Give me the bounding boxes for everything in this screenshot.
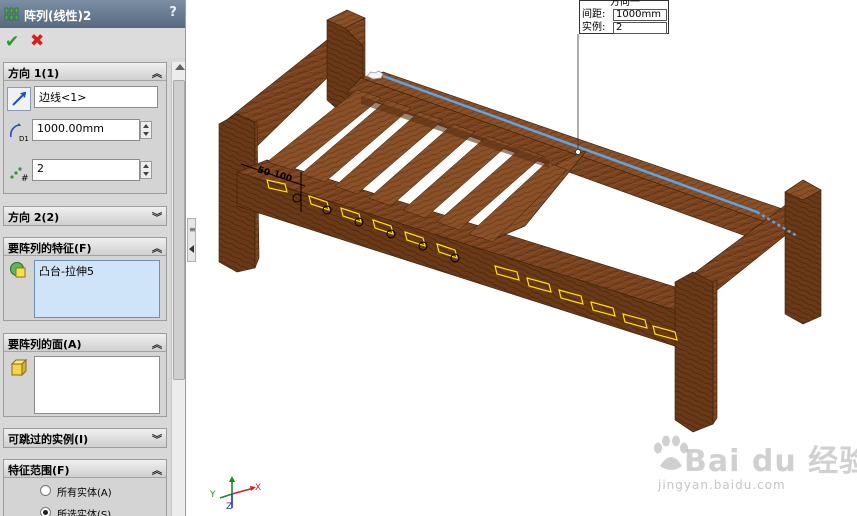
axis-x-label: X xyxy=(255,483,262,493)
baidu-watermark: Bai du 经验 jingyan.baidu.com xyxy=(648,432,857,502)
features-to-pattern-group: 要阵列的特征(F) ︽ 凸台-拉伸5 xyxy=(3,237,167,321)
linear-pattern-icon xyxy=(4,7,19,21)
scope-option-all-label: 所有实体(A) xyxy=(57,488,112,499)
callout-spacing-value[interactable]: 1000mm xyxy=(613,9,667,21)
spacing-icon: D1 xyxy=(9,123,29,143)
footboard-post-back[interactable] xyxy=(784,179,822,325)
scroll-up-arrow-icon[interactable] xyxy=(175,64,185,70)
faces-title: 要阵列的面(A) xyxy=(8,338,82,351)
footboard-post-front[interactable] xyxy=(674,271,714,433)
ok-button[interactable]: ✔ xyxy=(5,32,19,52)
direction-arrow-icon xyxy=(7,87,31,111)
property-manager-title: 阵列(线性)2 xyxy=(24,9,92,23)
collapse-left-arrow-icon[interactable] xyxy=(189,245,194,253)
direction2-title: 方向 2(2) xyxy=(8,211,60,224)
watermark-brand: Bai du 经验 xyxy=(684,444,857,479)
callout-spacing-label: 间距: xyxy=(582,9,606,20)
panel-splitter[interactable]: ≡ xyxy=(187,218,196,262)
faces-to-pattern-group: 要阵列的面(A) ︽ xyxy=(3,333,167,417)
instances-stepper[interactable] xyxy=(140,161,152,179)
skip-title: 可跳过的实例(I) xyxy=(8,433,89,446)
chevron-down-icon[interactable]: ︾ xyxy=(152,209,162,224)
callout-instances-label: 实例: xyxy=(582,22,606,33)
axis-z-label: Z xyxy=(226,502,233,512)
faces-list[interactable] xyxy=(34,356,160,414)
help-button[interactable]: ? xyxy=(166,5,180,21)
spacing-stepper[interactable] xyxy=(140,121,152,139)
spacing-input[interactable]: 1000.00mm xyxy=(32,119,140,141)
direction-callout[interactable]: 方向一 间距: 1000mm 实例: 2 xyxy=(579,0,669,34)
scrollbar-thumb[interactable] xyxy=(173,80,185,380)
feature-icon xyxy=(10,262,26,278)
direction1-group: 方向 1(1) ︽ 边线<1> D1 1000.00mm # 2 xyxy=(3,62,167,194)
confirm-bar: ✔ ✖ xyxy=(0,28,185,58)
axis-y-label: Y xyxy=(210,490,216,500)
direction2-header[interactable]: 方向 2(2) ︾ xyxy=(4,207,166,225)
panel-scrollbar[interactable] xyxy=(171,62,185,516)
chevron-up-icon[interactable]: ︽ xyxy=(152,65,162,80)
cancel-button[interactable]: ✖ xyxy=(30,31,44,51)
watermark-url: jingyan.baidu.com xyxy=(658,478,786,492)
svg-text:#: # xyxy=(21,174,29,183)
scope-title: 特征范围(F) xyxy=(8,464,70,477)
property-manager-content: 方向 1(1) ︽ 边线<1> D1 1000.00mm # 2 方向 2(2)… xyxy=(0,60,170,516)
faces-header[interactable]: 要阵列的面(A) ︽ xyxy=(4,334,166,352)
radio-button[interactable] xyxy=(40,485,51,496)
radio-button[interactable] xyxy=(40,507,51,516)
scope-header[interactable]: 特征范围(F) ︽ xyxy=(4,460,166,478)
chevron-down-icon[interactable]: ︾ xyxy=(152,431,162,446)
feature-scope-group: 特征范围(F) ︽ 所有实体(A) 所选实体(S) xyxy=(3,459,167,516)
direction1-header[interactable]: 方向 1(1) ︽ xyxy=(4,63,166,81)
svg-text:D1: D1 xyxy=(19,135,29,143)
callout-title: 方向一 xyxy=(610,0,640,8)
chevron-up-icon[interactable]: ︽ xyxy=(152,336,162,351)
features-list[interactable]: 凸台-拉伸5 xyxy=(34,260,160,318)
chevron-up-icon[interactable]: ︽ xyxy=(152,240,162,255)
reverse-direction-button[interactable] xyxy=(7,87,31,111)
axis-triad-icon xyxy=(219,476,256,508)
feature-list-item[interactable]: 凸台-拉伸5 xyxy=(39,263,155,279)
direction-edge-field[interactable]: 边线<1> xyxy=(34,86,158,108)
direction1-title: 方向 1(1) xyxy=(8,67,60,80)
callout-anchor xyxy=(575,149,581,155)
property-manager: 阵列(线性)2 ? ✔ ✖ 方向 1(1) ︽ 边线<1> D1 1000.00… xyxy=(0,0,186,516)
skip-instances-group: 可跳过的实例(I) ︾ xyxy=(3,428,167,448)
footboard-post-front-side[interactable] xyxy=(712,279,718,425)
property-manager-title-bar: 阵列(线性)2 ? xyxy=(0,0,185,28)
side-rail-front-face[interactable] xyxy=(236,171,688,351)
face-icon xyxy=(10,358,28,377)
instances-input[interactable]: 2 xyxy=(32,159,140,181)
instances-icon: # xyxy=(10,167,29,183)
direction2-group: 方向 2(2) ︾ xyxy=(3,206,167,226)
callout-instances-value[interactable]: 2 xyxy=(613,22,667,34)
skip-header[interactable]: 可跳过的实例(I) ︾ xyxy=(4,429,166,447)
chevron-up-icon[interactable]: ︽ xyxy=(152,462,162,477)
features-title: 要阵列的特征(F) xyxy=(8,242,92,255)
features-header[interactable]: 要阵列的特征(F) ︽ xyxy=(4,238,166,256)
reference-triad: X Y Z xyxy=(210,474,266,514)
grip-icon: ≡ xyxy=(189,225,196,234)
scope-option-selected-label: 所选实体(S) xyxy=(57,510,112,516)
